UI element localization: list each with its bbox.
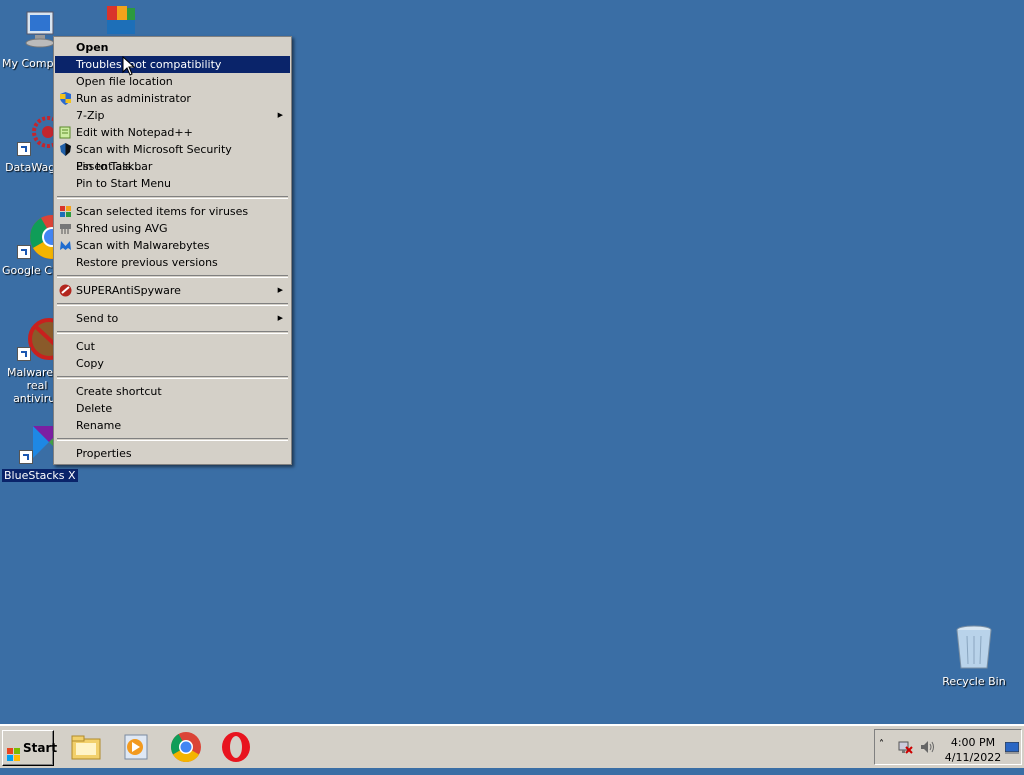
uac-shield-icon [59,92,72,105]
quicklaunch-media-player[interactable] [120,731,152,763]
menu-item-edit-with-notepad[interactable]: Edit with Notepad++ [55,124,290,141]
shortcut-arrow-icon [19,450,33,464]
start-label: Start [23,741,58,755]
menu-item-run-as-administrator[interactable]: Run as administrator [55,90,290,107]
clock[interactable]: 4:00 PM 4/11/2022 [943,735,1003,765]
show-hidden-icons-chevron-icon[interactable]: ˄ [879,739,884,750]
menu-item-scan-selected-items[interactable]: Scan selected items for viruses [55,203,290,220]
start-button[interactable]: Start [2,730,58,766]
quicklaunch-opera[interactable] [220,731,252,763]
security-essentials-icon [59,143,72,156]
menu-item-copy[interactable]: Copy [55,355,290,372]
menu-item-label: Pin to Start Menu [76,177,172,190]
menu-item-label: Run as administrator [76,92,191,105]
menu-separator [57,331,288,334]
menu-item-label: 7-Zip [76,109,105,122]
menu-item-label: Cut [76,340,95,353]
menu-item-pin-to-start-menu[interactable]: Pin to Start Menu [55,175,290,192]
quicklaunch-explorer[interactable] [70,731,102,763]
menu-item-label: Rename [76,419,122,432]
menu-item-label: Properties [76,447,132,460]
menu-item-label: Open file location [76,75,173,88]
menu-item-label: Edit with Notepad++ [76,126,193,139]
menu-item-troubleshoot-compatibility[interactable]: Troubleshoot compatibility [55,56,290,73]
windows-flag-icon [7,741,21,761]
menu-separator [57,438,288,441]
shortcut-arrow-icon [17,142,31,156]
show-desktop-icon[interactable] [1004,741,1020,757]
taskbar: Start ˄ 4:00 PM 4/11/2022 [0,724,1024,768]
desktop-icon-label: Recycle Bin [942,675,1006,688]
clock-date: 4/11/2022 [944,751,1002,764]
menu-item-restore-previous-versions[interactable]: Restore previous versions [55,254,290,271]
submenu-arrow-icon: ▶ [277,286,283,294]
menu-item-cut[interactable]: Cut [55,338,290,355]
menu-item-label: Restore previous versions [76,256,218,269]
notepad-plus-plus-icon [59,126,72,139]
mouse-cursor-icon [122,55,136,76]
menu-separator [57,275,288,278]
menu-item-label: Open [76,41,109,54]
menu-item-send-to[interactable]: Send to ▶ [55,310,290,327]
system-tray: ˄ 4:00 PM 4/11/2022 [874,729,1022,765]
menu-item-label: Send to [76,312,119,325]
shortcut-arrow-icon [17,245,31,259]
opera-icon [222,732,250,762]
menu-item-delete[interactable]: Delete [55,400,290,417]
menu-item-pin-to-taskbar[interactable]: Pin to Taskbar [55,158,290,175]
menu-item-label: Scan selected items for viruses [76,205,249,218]
menu-separator [57,303,288,306]
chrome-icon [170,732,201,763]
menu-separator [57,376,288,379]
menu-item-7-zip[interactable]: 7-Zip ▶ [55,107,290,124]
clock-time: 4:00 PM [950,736,996,749]
folder-icon [71,735,101,760]
submenu-arrow-icon: ▶ [277,111,283,119]
menu-item-label: Delete [76,402,113,415]
menu-item-label: Shred using AVG [76,222,168,235]
desktop: My Computer DataWagon Google Chrome Malw… [0,0,1024,724]
menu-item-label: Create shortcut [76,385,162,398]
network-disconnected-icon[interactable] [897,739,913,758]
media-player-icon [124,734,148,760]
menu-item-label: Copy [76,357,104,370]
volume-icon[interactable] [919,739,935,758]
superantispyware-icon [59,284,72,297]
menu-separator [57,196,288,199]
menu-item-scan-with-malwarebytes[interactable]: Scan with Malwarebytes [55,237,290,254]
menu-item-scan-microsoft-security-essentials[interactable]: Scan with Microsoft Security Essentials.… [55,141,290,173]
menu-item-create-shortcut[interactable]: Create shortcut [55,383,290,400]
menu-item-rename[interactable]: Rename [55,417,290,434]
menu-item-open-file-location[interactable]: Open file location [55,73,290,90]
menu-item-superantispyware[interactable]: SUPERAntiSpyware ▶ [55,282,290,299]
menu-item-label: SUPERAntiSpyware [76,284,181,297]
context-menu: Open Troubleshoot compatibility Open fil… [53,36,292,465]
menu-item-open[interactable]: Open [55,39,290,56]
avg-icon [59,205,72,218]
menu-item-label: Troubleshoot compatibility [76,58,222,71]
submenu-arrow-icon: ▶ [277,314,283,322]
desktop-icon-label: BlueStacks X [2,469,78,482]
shredder-icon [59,222,72,235]
menu-item-shred-using-avg[interactable]: Shred using AVG [55,220,290,237]
malwarebytes-icon [59,239,72,252]
menu-item-label: Scan with Malwarebytes [76,239,210,252]
desktop-icon-recycle-bin[interactable]: Recycle Bin [937,624,1011,688]
recycle-bin-icon [950,624,998,672]
quicklaunch-chrome[interactable] [170,731,202,763]
shortcut-arrow-icon [17,347,31,361]
menu-item-label: Pin to Taskbar [76,160,153,173]
menu-item-properties[interactable]: Properties [55,445,290,462]
